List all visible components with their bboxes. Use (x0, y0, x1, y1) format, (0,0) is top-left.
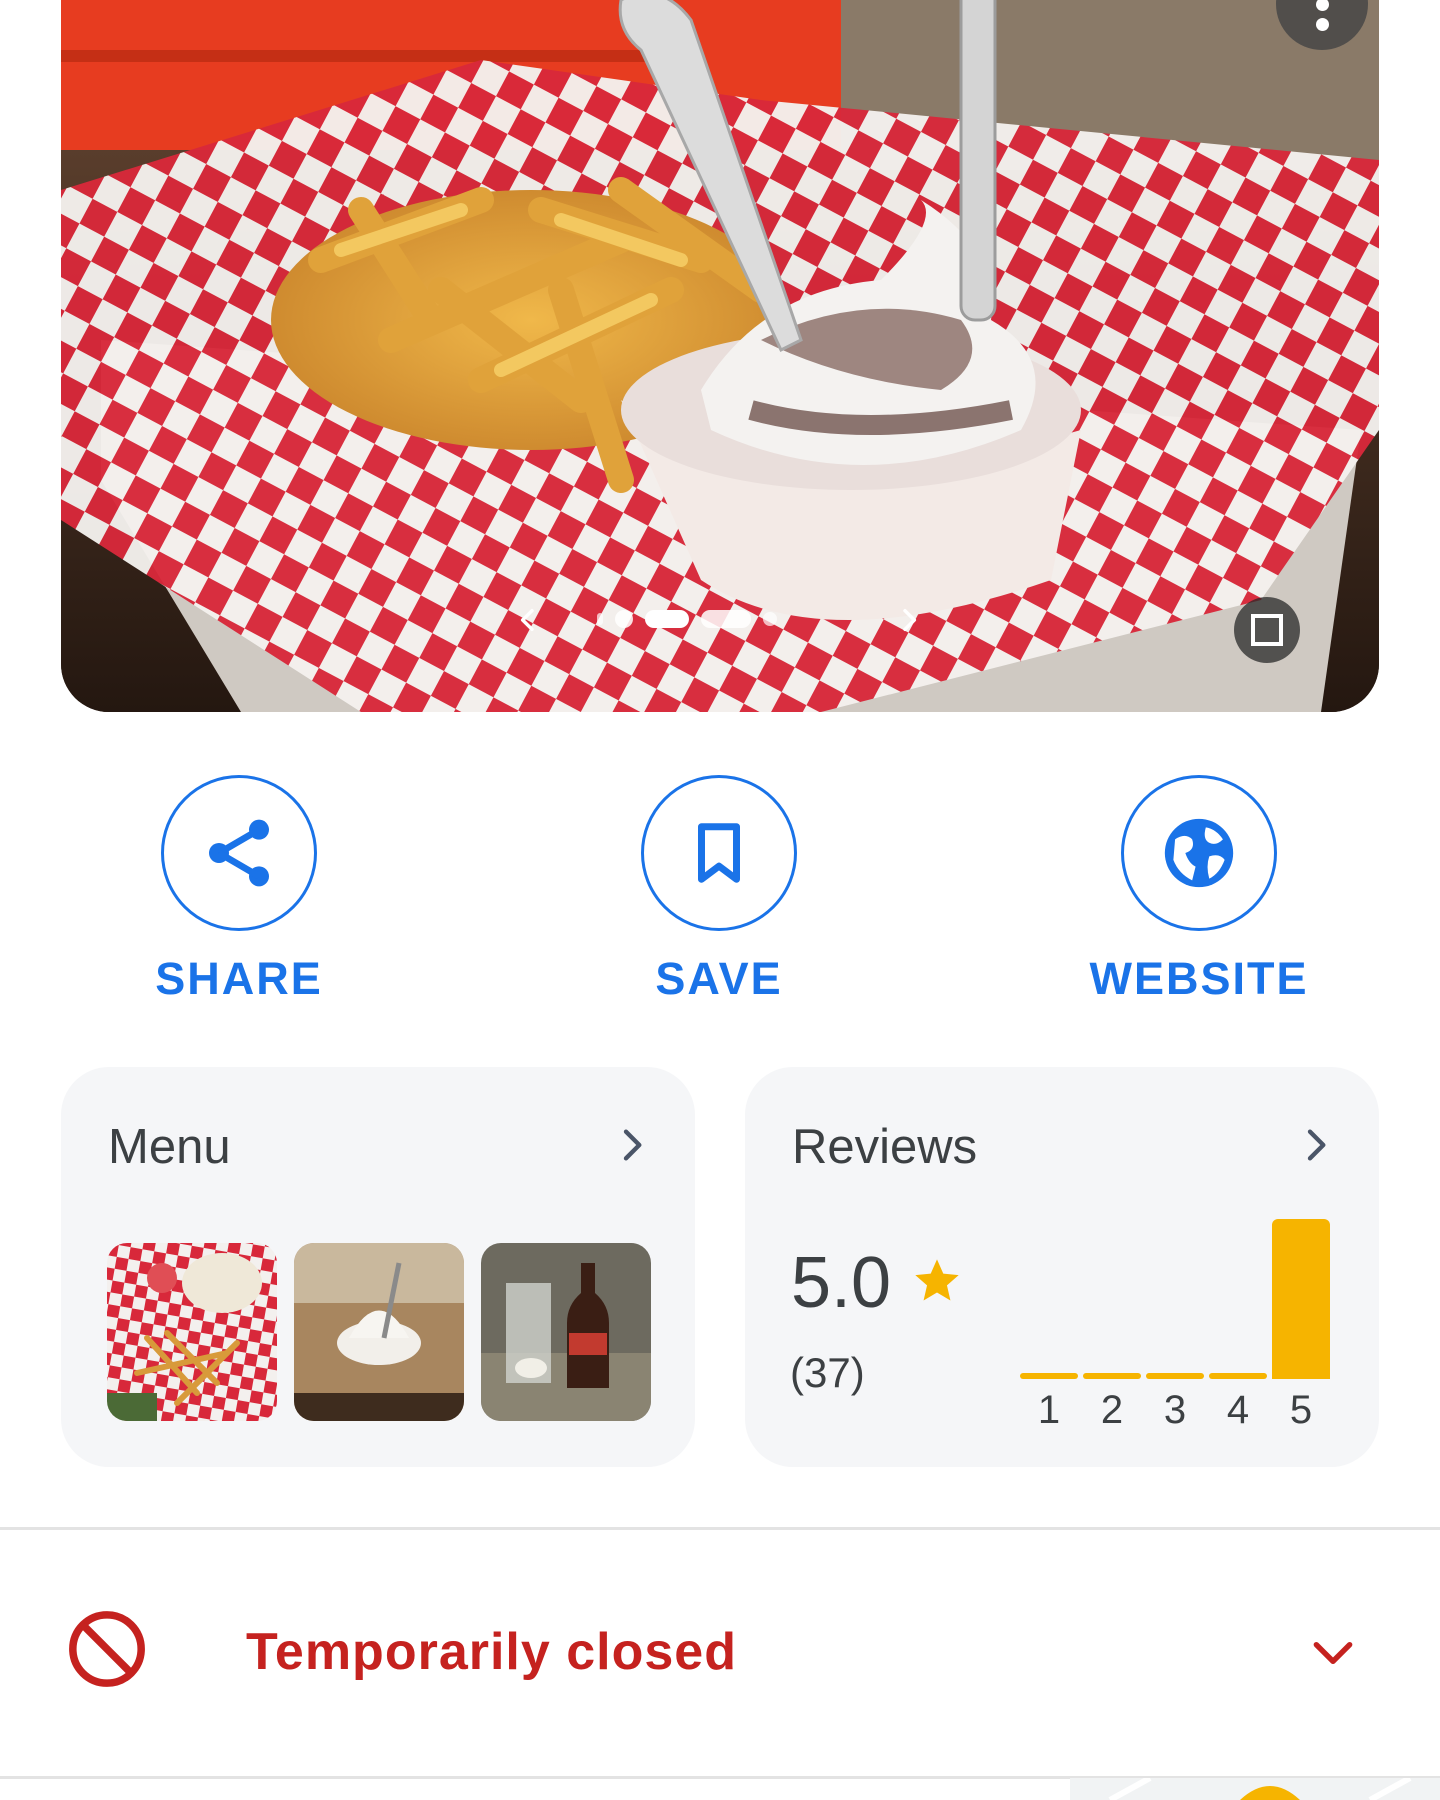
rating-value: 5.0 (791, 1243, 892, 1323)
review-count: (37) (790, 1349, 865, 1396)
status-label: Temporarily closed (246, 1623, 737, 1681)
menu-photo[interactable] (481, 1243, 651, 1421)
menu-photo-list (107, 1243, 651, 1421)
more-options-icon-dot (1315, 0, 1329, 11)
place-details-page: SHARE SAVE WEBSITE Menu Reviews 5.0 (37)… (0, 0, 1440, 1800)
share-button[interactable]: SHARE (139, 775, 339, 1005)
rating-bar-label: 3 (1163, 1388, 1187, 1432)
globe-icon (1164, 818, 1234, 888)
chevron-right-icon (623, 1129, 642, 1161)
share-icon (209, 819, 269, 887)
menu-card[interactable]: Menu (61, 1067, 695, 1467)
carousel-dot (701, 610, 751, 628)
rating-distribution-chart: 12345 (1020, 1197, 1335, 1433)
more-options-icon-dot (1315, 17, 1329, 31)
reviews-card-title: Reviews (792, 1120, 978, 1174)
chevron-right-icon[interactable] (893, 604, 925, 636)
rating-bar-3 (1146, 1373, 1204, 1379)
star-icon (915, 1259, 959, 1301)
closed-icon (69, 1611, 145, 1687)
save-label: SAVE (655, 953, 783, 1004)
chevron-down-icon[interactable] (1308, 1628, 1358, 1678)
fullscreen-button[interactable] (1234, 597, 1300, 663)
fullscreen-icon (1251, 614, 1283, 646)
save-button[interactable]: SAVE (619, 775, 819, 1005)
website-label: WEBSITE (1089, 953, 1309, 1004)
save-icon-circle (641, 775, 797, 931)
rating-bar-label: 2 (1100, 1388, 1124, 1432)
place-photo-carousel[interactable] (61, 0, 1379, 712)
rating-bar-5 (1272, 1219, 1330, 1379)
menu-photo[interactable] (107, 1243, 277, 1421)
rating-bar-4 (1209, 1373, 1267, 1379)
carousel-indicator (597, 610, 777, 628)
carousel-dot (763, 612, 777, 626)
carousel-dot (597, 613, 603, 625)
rating-bar-1 (1020, 1373, 1078, 1379)
rating-bar-2 (1083, 1373, 1141, 1379)
rating-bar-label: 4 (1226, 1388, 1250, 1432)
share-icon-circle (161, 775, 317, 931)
website-button[interactable]: WEBSITE (1090, 775, 1307, 1005)
food-photo (61, 0, 1379, 712)
chevron-left-icon[interactable] (512, 604, 544, 636)
reviews-card[interactable]: Reviews 5.0 (37) 12345 (745, 1067, 1379, 1467)
menu-photo[interactable] (294, 1243, 464, 1421)
share-label: SHARE (155, 953, 323, 1004)
divider (0, 1527, 1440, 1530)
hours-status-row[interactable]: Temporarily closed (0, 1532, 1440, 1776)
carousel-dot (615, 610, 633, 628)
rating-bar-label: 1 (1037, 1388, 1061, 1432)
bookmark-icon (698, 823, 740, 883)
map-preview[interactable] (1070, 1778, 1440, 1800)
chevron-right-icon (1307, 1129, 1326, 1161)
carousel-dot-active (645, 610, 689, 628)
rating-bar-label: 5 (1289, 1388, 1313, 1432)
website-icon-circle (1121, 775, 1277, 931)
menu-card-title: Menu (108, 1120, 231, 1174)
